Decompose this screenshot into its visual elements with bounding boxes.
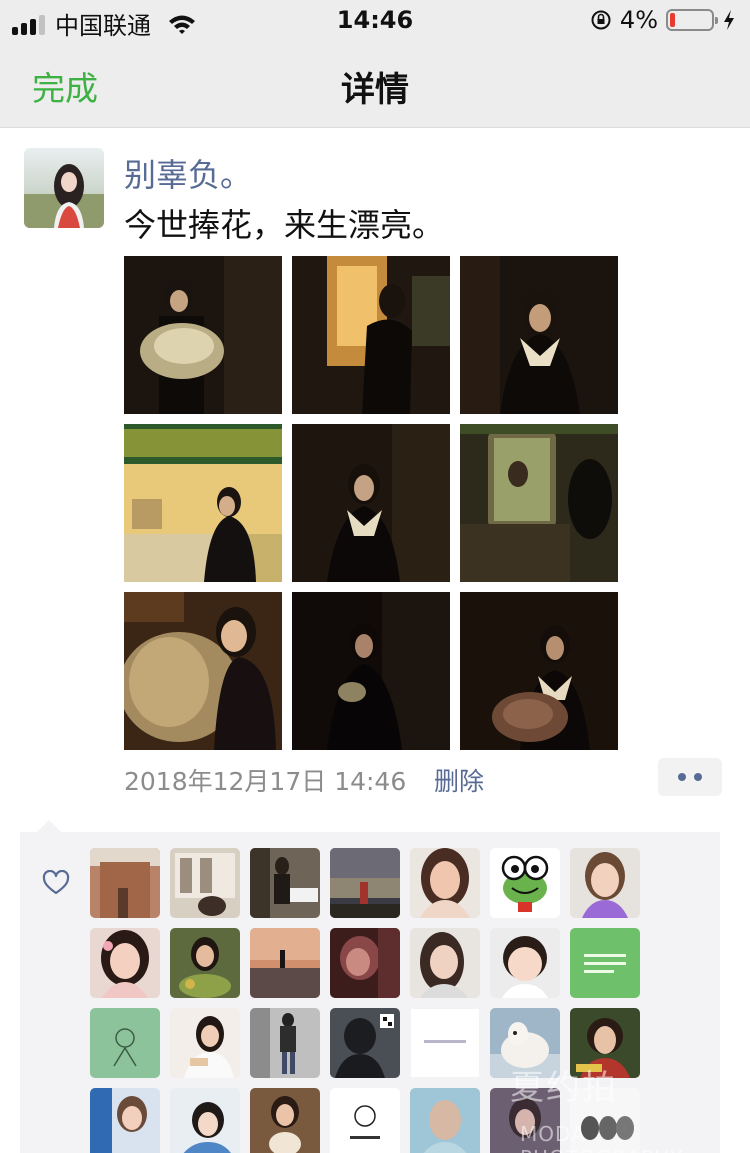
post-text: 今世捧花，来生漂亮。 [124, 206, 445, 244]
liker-avatar[interactable] [90, 928, 160, 998]
liker-avatar[interactable] [250, 1008, 320, 1078]
liker-avatar[interactable] [250, 928, 320, 998]
liker-avatar[interactable] [250, 1088, 320, 1153]
photo-thumbnail[interactable] [292, 424, 450, 582]
photo-thumbnail[interactable] [124, 256, 282, 414]
liker-avatar[interactable] [570, 848, 640, 918]
liker-avatar[interactable] [490, 928, 560, 998]
photo-thumbnail[interactable] [124, 424, 282, 582]
navigation-bar: 完成 详情 [0, 40, 750, 128]
heart-outline-icon [42, 870, 70, 895]
delete-button[interactable]: 删除 [434, 762, 484, 798]
liker-avatar[interactable] [170, 1088, 240, 1153]
liker-avatar[interactable] [410, 1008, 480, 1078]
battery-level [670, 13, 675, 27]
more-dot-icon [678, 773, 686, 781]
liker-avatar[interactable] [90, 1008, 160, 1078]
photo-thumbnail[interactable] [292, 592, 450, 750]
photo-thumbnail[interactable] [124, 592, 282, 750]
photo-thumbnail[interactable] [460, 592, 618, 750]
liker-avatar[interactable] [490, 848, 560, 918]
author-name[interactable]: 别辜负。 [124, 150, 252, 196]
photo-grid [124, 256, 618, 750]
photo-thumbnail[interactable] [460, 256, 618, 414]
battery-percent: 4% [619, 6, 658, 34]
moment-detail-screen: 中国联通 14:46 4% 完成 详情 别辜负。 今世捧花，来生漂亮。 2018… [0, 0, 750, 1153]
liker-avatar[interactable] [330, 928, 400, 998]
status-bar: 中国联通 14:46 4% [0, 0, 750, 40]
liker-avatar[interactable] [410, 928, 480, 998]
liker-avatar[interactable] [490, 1008, 560, 1078]
liker-avatar[interactable] [250, 848, 320, 918]
liker-avatar[interactable] [570, 928, 640, 998]
status-right: 4% [590, 6, 736, 34]
liker-avatar[interactable] [410, 1088, 480, 1153]
likes-panel [20, 832, 720, 1153]
liker-avatar[interactable] [170, 1008, 240, 1078]
liker-avatar[interactable] [170, 928, 240, 998]
liker-avatar[interactable] [330, 1088, 400, 1153]
rotation-lock-icon [591, 10, 611, 30]
liker-avatar[interactable] [90, 1088, 160, 1153]
liker-avatar[interactable] [570, 1008, 640, 1078]
liker-avatar[interactable] [570, 1088, 640, 1153]
photo-thumbnail[interactable] [460, 424, 618, 582]
post-timestamp: 2018年12月17日 14:46 [124, 767, 407, 796]
liker-avatar[interactable] [170, 848, 240, 918]
charging-bolt-icon [724, 10, 734, 30]
liker-avatar[interactable] [410, 848, 480, 918]
liker-avatar[interactable] [90, 848, 160, 918]
more-dot-icon [694, 773, 702, 781]
photo-thumbnail[interactable] [292, 256, 450, 414]
liker-avatar[interactable] [330, 1008, 400, 1078]
liker-avatar[interactable] [490, 1088, 560, 1153]
battery-icon [666, 9, 718, 31]
page-title: 详情 [341, 70, 409, 110]
liker-avatar[interactable] [330, 848, 400, 918]
author-avatar[interactable] [24, 148, 104, 228]
more-actions-button[interactable] [658, 758, 722, 796]
